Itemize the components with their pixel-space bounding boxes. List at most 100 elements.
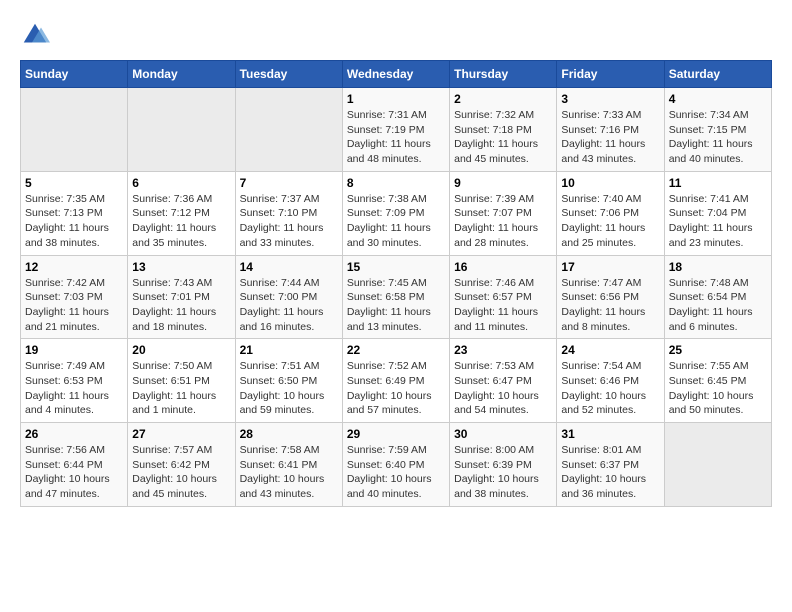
calendar-cell: 24 Sunrise: 7:54 AM Sunset: 6:46 PM Dayl… (557, 339, 664, 423)
day-info: Sunrise: 7:33 AM Sunset: 7:16 PM Dayligh… (561, 108, 659, 167)
day-number: 25 (669, 343, 767, 357)
day-number: 15 (347, 260, 445, 274)
calendar-cell (21, 88, 128, 172)
day-info: Sunrise: 7:47 AM Sunset: 6:56 PM Dayligh… (561, 276, 659, 335)
calendar-week-row: 1 Sunrise: 7:31 AM Sunset: 7:19 PM Dayli… (21, 88, 772, 172)
calendar-cell: 15 Sunrise: 7:45 AM Sunset: 6:58 PM Dayl… (342, 255, 449, 339)
day-info: Sunrise: 7:50 AM Sunset: 6:51 PM Dayligh… (132, 359, 230, 418)
day-number: 28 (240, 427, 338, 441)
day-number: 19 (25, 343, 123, 357)
calendar-cell: 2 Sunrise: 7:32 AM Sunset: 7:18 PM Dayli… (450, 88, 557, 172)
calendar-cell: 20 Sunrise: 7:50 AM Sunset: 6:51 PM Dayl… (128, 339, 235, 423)
day-info: Sunrise: 7:59 AM Sunset: 6:40 PM Dayligh… (347, 443, 445, 502)
day-number: 16 (454, 260, 552, 274)
day-number: 5 (25, 176, 123, 190)
day-number: 12 (25, 260, 123, 274)
day-number: 6 (132, 176, 230, 190)
day-number: 29 (347, 427, 445, 441)
day-number: 9 (454, 176, 552, 190)
day-info: Sunrise: 7:52 AM Sunset: 6:49 PM Dayligh… (347, 359, 445, 418)
day-info: Sunrise: 7:54 AM Sunset: 6:46 PM Dayligh… (561, 359, 659, 418)
calendar-cell: 28 Sunrise: 7:58 AM Sunset: 6:41 PM Dayl… (235, 423, 342, 507)
calendar-cell (664, 423, 771, 507)
day-number: 4 (669, 92, 767, 106)
calendar-cell: 23 Sunrise: 7:53 AM Sunset: 6:47 PM Dayl… (450, 339, 557, 423)
day-number: 23 (454, 343, 552, 357)
calendar-body: 1 Sunrise: 7:31 AM Sunset: 7:19 PM Dayli… (21, 88, 772, 507)
day-info: Sunrise: 7:55 AM Sunset: 6:45 PM Dayligh… (669, 359, 767, 418)
calendar-cell: 9 Sunrise: 7:39 AM Sunset: 7:07 PM Dayli… (450, 171, 557, 255)
weekday-header: Friday (557, 61, 664, 88)
day-number: 17 (561, 260, 659, 274)
calendar-cell: 12 Sunrise: 7:42 AM Sunset: 7:03 PM Dayl… (21, 255, 128, 339)
day-info: Sunrise: 7:41 AM Sunset: 7:04 PM Dayligh… (669, 192, 767, 251)
calendar-cell: 30 Sunrise: 8:00 AM Sunset: 6:39 PM Dayl… (450, 423, 557, 507)
day-number: 14 (240, 260, 338, 274)
calendar-cell: 6 Sunrise: 7:36 AM Sunset: 7:12 PM Dayli… (128, 171, 235, 255)
day-number: 18 (669, 260, 767, 274)
day-number: 7 (240, 176, 338, 190)
calendar-cell: 29 Sunrise: 7:59 AM Sunset: 6:40 PM Dayl… (342, 423, 449, 507)
calendar-cell: 3 Sunrise: 7:33 AM Sunset: 7:16 PM Dayli… (557, 88, 664, 172)
calendar-cell: 21 Sunrise: 7:51 AM Sunset: 6:50 PM Dayl… (235, 339, 342, 423)
day-info: Sunrise: 7:38 AM Sunset: 7:09 PM Dayligh… (347, 192, 445, 251)
day-number: 30 (454, 427, 552, 441)
day-number: 24 (561, 343, 659, 357)
calendar-cell: 27 Sunrise: 7:57 AM Sunset: 6:42 PM Dayl… (128, 423, 235, 507)
day-info: Sunrise: 7:34 AM Sunset: 7:15 PM Dayligh… (669, 108, 767, 167)
day-info: Sunrise: 7:40 AM Sunset: 7:06 PM Dayligh… (561, 192, 659, 251)
calendar-cell: 17 Sunrise: 7:47 AM Sunset: 6:56 PM Dayl… (557, 255, 664, 339)
day-info: Sunrise: 7:36 AM Sunset: 7:12 PM Dayligh… (132, 192, 230, 251)
header-row: SundayMondayTuesdayWednesdayThursdayFrid… (21, 61, 772, 88)
weekday-header: Tuesday (235, 61, 342, 88)
day-number: 21 (240, 343, 338, 357)
day-number: 3 (561, 92, 659, 106)
day-info: Sunrise: 7:32 AM Sunset: 7:18 PM Dayligh… (454, 108, 552, 167)
day-info: Sunrise: 7:37 AM Sunset: 7:10 PM Dayligh… (240, 192, 338, 251)
calendar-header: SundayMondayTuesdayWednesdayThursdayFrid… (21, 61, 772, 88)
calendar-week-row: 5 Sunrise: 7:35 AM Sunset: 7:13 PM Dayli… (21, 171, 772, 255)
day-number: 13 (132, 260, 230, 274)
day-info: Sunrise: 8:00 AM Sunset: 6:39 PM Dayligh… (454, 443, 552, 502)
day-info: Sunrise: 7:45 AM Sunset: 6:58 PM Dayligh… (347, 276, 445, 335)
day-info: Sunrise: 7:51 AM Sunset: 6:50 PM Dayligh… (240, 359, 338, 418)
day-info: Sunrise: 7:42 AM Sunset: 7:03 PM Dayligh… (25, 276, 123, 335)
calendar-cell: 14 Sunrise: 7:44 AM Sunset: 7:00 PM Dayl… (235, 255, 342, 339)
calendar-week-row: 26 Sunrise: 7:56 AM Sunset: 6:44 PM Dayl… (21, 423, 772, 507)
calendar-cell: 31 Sunrise: 8:01 AM Sunset: 6:37 PM Dayl… (557, 423, 664, 507)
day-info: Sunrise: 7:49 AM Sunset: 6:53 PM Dayligh… (25, 359, 123, 418)
day-info: Sunrise: 7:53 AM Sunset: 6:47 PM Dayligh… (454, 359, 552, 418)
calendar-week-row: 12 Sunrise: 7:42 AM Sunset: 7:03 PM Dayl… (21, 255, 772, 339)
day-info: Sunrise: 7:46 AM Sunset: 6:57 PM Dayligh… (454, 276, 552, 335)
day-info: Sunrise: 8:01 AM Sunset: 6:37 PM Dayligh… (561, 443, 659, 502)
calendar-cell: 25 Sunrise: 7:55 AM Sunset: 6:45 PM Dayl… (664, 339, 771, 423)
day-info: Sunrise: 7:43 AM Sunset: 7:01 PM Dayligh… (132, 276, 230, 335)
day-info: Sunrise: 7:57 AM Sunset: 6:42 PM Dayligh… (132, 443, 230, 502)
day-number: 10 (561, 176, 659, 190)
weekday-header: Sunday (21, 61, 128, 88)
logo-icon (20, 20, 50, 50)
day-info: Sunrise: 7:48 AM Sunset: 6:54 PM Dayligh… (669, 276, 767, 335)
calendar-week-row: 19 Sunrise: 7:49 AM Sunset: 6:53 PM Dayl… (21, 339, 772, 423)
calendar-cell: 1 Sunrise: 7:31 AM Sunset: 7:19 PM Dayli… (342, 88, 449, 172)
day-number: 2 (454, 92, 552, 106)
calendar-cell: 8 Sunrise: 7:38 AM Sunset: 7:09 PM Dayli… (342, 171, 449, 255)
calendar-cell: 11 Sunrise: 7:41 AM Sunset: 7:04 PM Dayl… (664, 171, 771, 255)
calendar-table: SundayMondayTuesdayWednesdayThursdayFrid… (20, 60, 772, 507)
weekday-header: Thursday (450, 61, 557, 88)
page-header (20, 20, 772, 50)
calendar-cell: 19 Sunrise: 7:49 AM Sunset: 6:53 PM Dayl… (21, 339, 128, 423)
calendar-cell: 26 Sunrise: 7:56 AM Sunset: 6:44 PM Dayl… (21, 423, 128, 507)
day-info: Sunrise: 7:44 AM Sunset: 7:00 PM Dayligh… (240, 276, 338, 335)
calendar-cell: 5 Sunrise: 7:35 AM Sunset: 7:13 PM Dayli… (21, 171, 128, 255)
day-info: Sunrise: 7:31 AM Sunset: 7:19 PM Dayligh… (347, 108, 445, 167)
day-number: 26 (25, 427, 123, 441)
day-number: 27 (132, 427, 230, 441)
day-number: 11 (669, 176, 767, 190)
calendar-cell: 16 Sunrise: 7:46 AM Sunset: 6:57 PM Dayl… (450, 255, 557, 339)
calendar-cell (128, 88, 235, 172)
day-number: 8 (347, 176, 445, 190)
weekday-header: Wednesday (342, 61, 449, 88)
day-number: 31 (561, 427, 659, 441)
calendar-cell: 13 Sunrise: 7:43 AM Sunset: 7:01 PM Dayl… (128, 255, 235, 339)
